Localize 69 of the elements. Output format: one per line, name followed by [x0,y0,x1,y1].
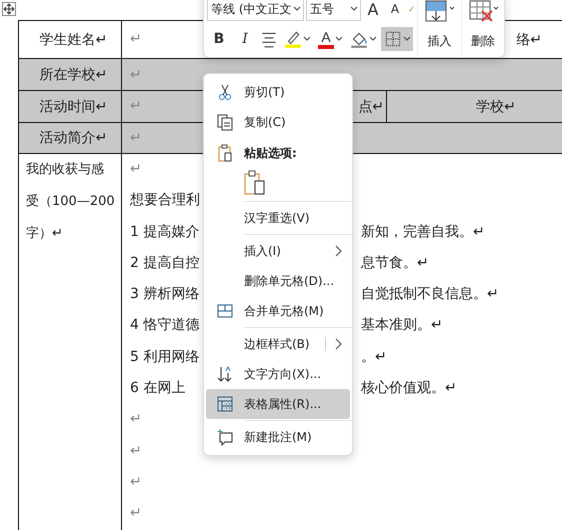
menu-item[interactable]: 文字方向(X)... [206,359,350,389]
cell-text: 基本准则。↵ [361,316,443,336]
font-dropdown[interactable]: 等线 (中文正文 [207,0,304,21]
caret-icon [369,36,377,42]
menu-item[interactable]: 汉字重选(V) [206,203,350,233]
caret-icon [350,6,358,12]
chevron-right-icon [334,338,342,350]
new-comment-icon [216,428,234,446]
highlighter-icon [283,29,303,49]
cell-text: ↵ [130,98,142,116]
cell-text: 6 在网上 [130,379,186,398]
chevron-right-icon [334,245,342,257]
cell-text: ↵ [130,30,142,48]
move-handle-icon[interactable] [2,2,16,16]
font-size-dropdown[interactable]: 五号 [306,0,361,21]
caret-icon [303,36,311,42]
cell-text: 核心价值观。↵ [361,379,457,398]
sort-arrows-icon [216,365,234,383]
row-label: 所在学校↵ [38,66,108,84]
caret-icon [335,36,343,42]
row-label: 活动简介↵ [38,129,108,147]
caret-icon [403,36,411,42]
cell-text: ↵ [130,472,143,492]
cell-text: ↵ [130,442,143,461]
cell-text: 学校↵ [476,98,516,114]
menu-item[interactable]: 插入(I) [206,236,350,266]
menu-heading: 粘贴选项: [244,144,297,162]
cell-text: 络↵ [516,30,542,48]
font-color-button[interactable]: A [315,27,345,51]
cell-text: 想要合理利 [130,191,201,210]
cell-text: 4 恪守道德 [130,316,200,336]
italic-button[interactable]: I [233,27,257,51]
menu-item[interactable]: 边框样式(B) [206,329,350,359]
cell-text: 点↵ [358,98,384,116]
caret-icon [293,6,301,12]
row-label: 活动时间↵ [38,98,108,116]
menu-item[interactable]: 删除单元格(D)... [206,266,350,296]
merge-cells-icon [216,302,234,320]
cell-text: 。↵ [361,348,387,367]
bold-button[interactable]: B [207,27,231,51]
cell-text: ↵ [130,504,143,524]
toolbar-button[interactable]: 删除 [460,0,504,57]
copy-icon [216,113,234,131]
menu-item[interactable]: 剪切(T) [206,77,350,107]
menu-item[interactable]: 表格属性(R)... [206,389,350,419]
grow-font-button[interactable]: A [363,0,383,18]
cell-text: 自觉抵制不良信息。↵ [361,285,499,304]
shrink-font-button[interactable]: A [385,2,405,16]
toolbar-button[interactable]: 插入 [417,0,460,57]
cell-text: 新知，完善自我。↵ [361,222,485,242]
cell-text: ↵ [130,410,143,430]
cell-text: ↵ [130,160,143,179]
cell-text: ↵ [130,130,142,146]
cell-text: ↵ [130,66,142,82]
menu-item[interactable]: 新建批注(M) [206,422,350,452]
cell-text: 1 提高媒介 [130,222,200,242]
row-label: 我的收获与感受（100—200字）↵ [26,161,116,243]
cell-text: 2 提高自控 [130,254,200,273]
cell-text: 息节食。↵ [361,254,429,273]
table-properties-icon [216,395,234,413]
scissors-icon [216,83,234,101]
borders-icon [383,29,403,49]
cell-text: 5 利用网络 [130,348,200,367]
row-label: 学生姓名↵ [38,30,108,48]
clipboard-icon [216,144,234,162]
menu-item[interactable]: 复制(C) [206,107,350,137]
borders-button[interactable] [381,27,413,51]
menu-item[interactable]: 合并单元格(M) [206,296,350,326]
cell-text: 3 辨析网络 [130,285,200,304]
